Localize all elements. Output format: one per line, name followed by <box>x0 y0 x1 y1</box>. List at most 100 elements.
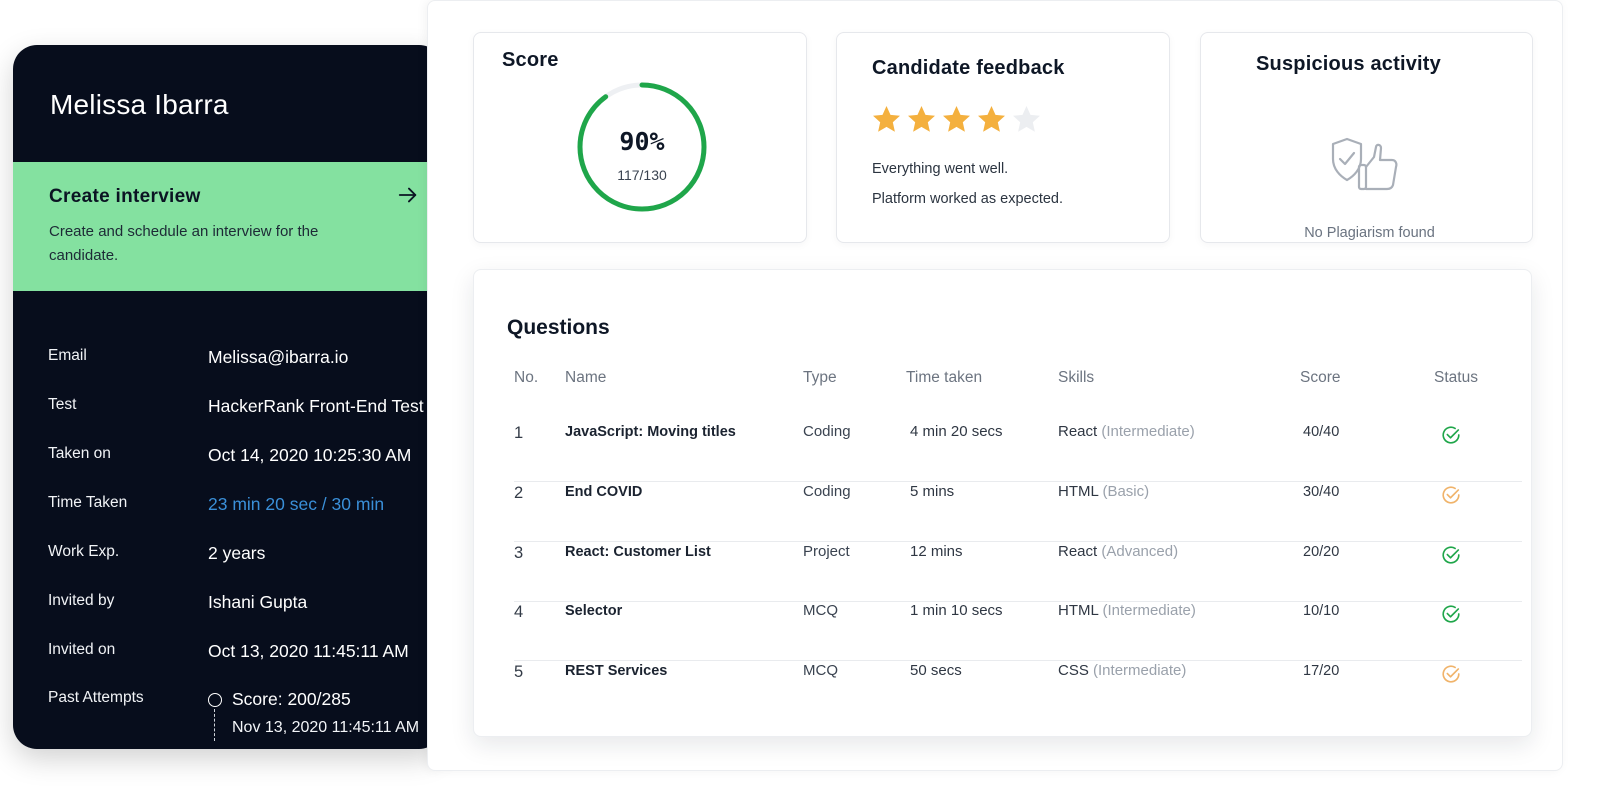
feedback-line: Platform worked as expected. <box>872 191 1064 207</box>
invited-on-value: Oct 13, 2020 11:45:11 AM <box>208 641 409 661</box>
question-type: Coding <box>803 423 851 440</box>
question-time: 5 mins <box>910 483 955 500</box>
work-exp-value: 2 years <box>208 543 266 563</box>
column-header-name: Name <box>565 369 607 386</box>
shield-thumbs-up-icon <box>1331 137 1398 191</box>
question-skill: HTML (Basic) <box>1058 482 1149 502</box>
skill-name: CSS <box>1058 662 1089 679</box>
question-number: 4 <box>514 603 524 621</box>
past-attempt-score[interactable]: Score: 200/285 <box>232 689 351 710</box>
info-row-past-attempts: Past Attempts Score: 200/285 Nov 13, 202… <box>48 689 443 749</box>
question-time: 1 min 10 secs <box>910 602 1003 619</box>
suspicious-activity-card: Suspicious activity No Plagiarism found <box>1200 32 1533 243</box>
table-row[interactable]: 1 JavaScript: Moving titles Coding 4 min 20… <box>514 422 1522 482</box>
question-number: 1 <box>514 424 524 442</box>
time-taken-link[interactable]: 23 min 20 sec / 30 min <box>208 494 384 515</box>
question-score: 30/40 <box>1303 484 1340 500</box>
info-label: Email <box>48 347 87 364</box>
question-type: MCQ <box>803 662 838 679</box>
question-name-link[interactable]: React: Customer List <box>565 542 711 562</box>
table-row[interactable]: 5 REST Services MCQ 50 secs CSS (Intermediat… <box>514 661 1522 721</box>
info-row-test: Test HackerRank Front-End Test <box>48 396 443 422</box>
info-label: Test <box>48 396 77 413</box>
question-number: 3 <box>514 544 524 562</box>
question-score: 40/40 <box>1303 424 1340 440</box>
skill-name: HTML <box>1058 602 1099 619</box>
question-name-link[interactable]: JavaScript: Moving titles <box>565 422 736 442</box>
create-interview-title: Create interview <box>49 186 201 207</box>
column-header-skills: Skills <box>1058 369 1095 386</box>
score-fraction: 117/130 <box>617 167 667 183</box>
star-filled-icon <box>978 106 1005 132</box>
star-empty-icon <box>1013 106 1040 132</box>
info-row-taken-on: Taken on Oct 14, 2020 10:25:30 AM <box>48 445 443 471</box>
candidate-feedback-card: Candidate feedback Everything went well.… <box>836 32 1170 243</box>
partial-check-circle-icon <box>1442 486 1460 504</box>
candidate-name: Melissa Ibarra <box>50 89 229 120</box>
table-row[interactable]: 2 End COVID Coding 5 mins HTML (Basic) 30/40 <box>514 482 1522 542</box>
info-label: Invited by <box>48 592 115 609</box>
column-header-status: Status <box>1434 369 1478 386</box>
info-label: Time Taken <box>48 494 128 511</box>
skill-name: React <box>1058 543 1098 560</box>
column-header-type: Type <box>803 369 837 386</box>
info-label: Taken on <box>48 445 111 462</box>
email-value[interactable]: Melissa@ibarra.io <box>208 347 348 368</box>
question-score: 17/20 <box>1303 663 1340 679</box>
skill-level: (Intermediate) <box>1101 423 1195 440</box>
feedback-line: Everything went well. <box>872 161 1009 177</box>
feedback-title: Candidate feedback <box>872 57 1065 79</box>
score-card: Score 90% 117/130 <box>473 32 807 243</box>
info-label: Invited on <box>48 641 116 658</box>
taken-on-value: Oct 14, 2020 10:25:30 AM <box>208 445 412 465</box>
skill-level: (Basic) <box>1102 483 1150 500</box>
table-row[interactable]: 4 Selector MCQ 1 min 10 secs HTML (Intermedi… <box>514 601 1522 661</box>
question-name-link[interactable]: Selector <box>565 601 622 621</box>
check-circle-icon <box>1442 605 1460 623</box>
info-row-invited-by: Invited by Ishani Gupta <box>48 592 443 618</box>
question-time: 50 secs <box>910 662 962 679</box>
skill-level: (Intermediate) <box>1102 602 1196 619</box>
question-type: Project <box>803 543 850 560</box>
star-filled-icon <box>908 106 935 132</box>
table-row[interactable]: 3 React: Customer List Project 12 mins React… <box>514 542 1522 602</box>
timeline-line <box>214 709 215 741</box>
info-row-invited-on: Invited on Oct 13, 2020 11:45:11 AM <box>48 641 443 667</box>
questions-card: Questions No. Name Type Time taken Skill… <box>473 269 1532 737</box>
question-name-link[interactable]: REST Services <box>565 661 667 681</box>
star-rating <box>870 103 1045 137</box>
partial-check-circle-icon <box>1442 665 1460 683</box>
check-circle-icon <box>1442 426 1460 444</box>
invited-by-value: Ishani Gupta <box>208 592 308 612</box>
check-circle-icon <box>1442 546 1460 564</box>
create-interview-description: Create and schedule an interview for the… <box>49 223 319 264</box>
skill-name: React <box>1058 423 1098 440</box>
question-time: 12 mins <box>910 543 963 560</box>
test-value: HackerRank Front-End Test <box>208 396 424 416</box>
score-title: Score <box>502 49 559 71</box>
question-name-link[interactable]: End COVID <box>565 482 642 502</box>
timeline-dot-icon <box>208 693 222 707</box>
question-type: MCQ <box>803 602 838 619</box>
candidate-panel: Melissa Ibarra Create interview Create a… <box>13 45 443 749</box>
question-skill: HTML (Intermediate) <box>1058 601 1196 621</box>
star-filled-icon <box>873 106 900 132</box>
star-filled-icon <box>943 106 970 132</box>
suspicious-title: Suspicious activity <box>1256 53 1441 75</box>
column-header-score: Score <box>1300 369 1341 386</box>
info-label: Past Attempts <box>48 689 144 706</box>
question-skill: React (Intermediate) <box>1058 422 1195 442</box>
create-interview-button[interactable]: Create interview Create and schedule an … <box>13 162 443 291</box>
skill-level: (Intermediate) <box>1093 662 1187 679</box>
questions-title: Questions <box>507 316 610 339</box>
arrow-right-icon <box>398 187 417 203</box>
past-attempt-date: Nov 13, 2020 11:45:11 AM <box>232 719 420 736</box>
info-row-email: Email Melissa@ibarra.io <box>48 347 443 373</box>
score-percent: 90% <box>619 127 665 156</box>
skill-level: (Advanced) <box>1101 543 1179 560</box>
question-number: 2 <box>514 484 524 502</box>
question-number: 5 <box>514 663 524 681</box>
question-skill: CSS (Intermediate) <box>1058 661 1186 681</box>
skill-name: HTML <box>1058 483 1099 500</box>
info-row-work-exp: Work Exp. 2 years <box>48 543 443 569</box>
